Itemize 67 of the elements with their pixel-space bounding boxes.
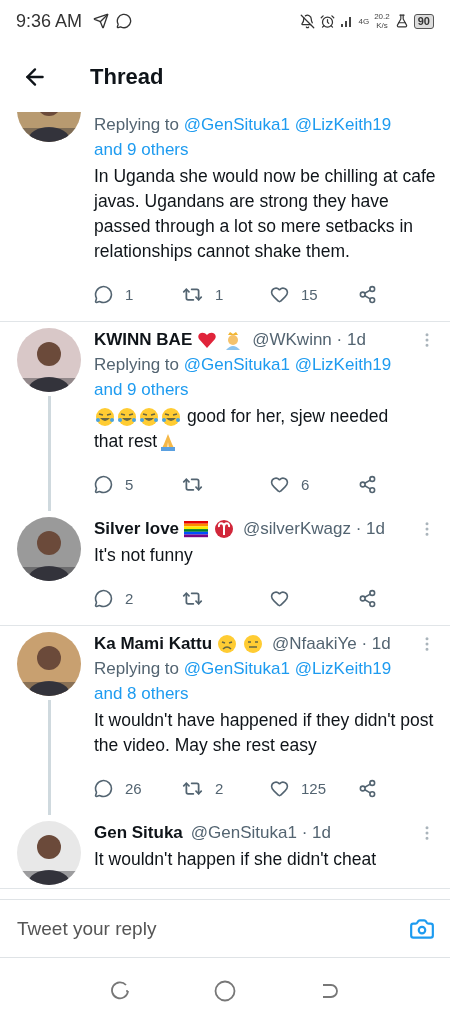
share-icon: [358, 779, 377, 798]
share-icon: [358, 285, 377, 304]
reply-icon: [94, 475, 113, 494]
share-icon: [358, 589, 377, 608]
retweet-button[interactable]: 1: [182, 284, 224, 305]
home-icon[interactable]: [214, 980, 236, 1002]
handle-and-time: @silverKwagz · 1d: [243, 518, 386, 540]
replying-to-text: Replying to @GenSituka1 @LizKeith19 and 9 others: [94, 354, 393, 401]
recents-icon[interactable]: [111, 981, 132, 1001]
aries-sign-icon: [214, 519, 235, 539]
share-button[interactable]: [358, 588, 377, 609]
like-button[interactable]: 125: [270, 778, 327, 799]
tweet-text: In Uganda she would now be chilling at cafe javas. Ugandans are strong they have passed through a lot so mere setbacks in relationships cannot shake them.: [94, 165, 436, 263]
share-button[interactable]: [358, 778, 377, 799]
heart-icon: [270, 589, 289, 608]
handle-and-time: @GenSituka1 · 1d: [190, 822, 331, 844]
network-type: 4G: [358, 16, 370, 26]
handle-and-time: @NfaakiYe · 1d: [272, 633, 391, 655]
reply-button[interactable]: 5: [94, 474, 134, 495]
heart-icon: [270, 779, 289, 798]
like-button[interactable]: 15: [270, 284, 318, 305]
tweet-text: that rest: [94, 430, 158, 453]
reply-button[interactable]: 2: [94, 588, 134, 609]
speed-unit: K/s: [376, 21, 388, 30]
laughing-emoji-icon: [161, 406, 181, 427]
flask-icon: [394, 14, 409, 28]
share-icon: [358, 475, 377, 494]
reply-icon: [94, 589, 113, 608]
tweet-text: It's not funny: [94, 544, 193, 567]
laughing-emoji-icon: [139, 406, 159, 427]
display-name: KWINN BAE: [94, 329, 193, 351]
page-title: Thread: [90, 64, 164, 90]
retweet-button[interactable]: 2: [182, 778, 224, 799]
bell-off-icon: [299, 13, 315, 29]
speed-value: 20.2: [374, 12, 390, 21]
expressionless-face-emoji-icon: [243, 634, 264, 654]
display-name: Ka Mami Kattu: [94, 633, 213, 655]
signal-icon: [339, 14, 354, 28]
replying-to-text: Replying to @GenSituka1 @LizKeith19 and 9 others: [94, 114, 393, 161]
reply-button[interactable]: 26: [94, 778, 142, 799]
battery-level: 90: [413, 13, 434, 29]
heart-emoji-icon: [197, 330, 218, 350]
clock-time: 9:36 AM: [16, 10, 83, 32]
reply-icon: [94, 779, 113, 798]
others-link[interactable]: and 8 others: [94, 684, 189, 703]
replying-to-text: Replying to @GenSituka1 @LizKeith19 and 8 others: [94, 658, 393, 705]
display-name: Silver love: [94, 518, 180, 540]
share-button[interactable]: [358, 474, 377, 495]
heart-icon: [270, 475, 289, 494]
like-button[interactable]: [270, 588, 289, 609]
handle-and-time: @WKwinn · 1d: [252, 329, 366, 351]
tweet-text: It wouldn't have happened if they didn't post the video. May she rest easy: [94, 709, 435, 757]
reply-icon: [94, 285, 113, 304]
reply-button[interactable]: 1: [94, 284, 134, 305]
paper-plane-icon: [93, 13, 110, 29]
heart-icon: [270, 285, 289, 304]
tweet-text: good for her, sjew needed: [185, 405, 389, 428]
display-name: Gen Situka: [94, 822, 183, 844]
rainbow-flag-icon: [184, 519, 209, 539]
like-button[interactable]: 6: [270, 474, 310, 495]
laughing-emoji-icon: [117, 406, 137, 427]
share-button[interactable]: [358, 284, 377, 305]
tweet-text: It wouldn't happen if she didn't cheat: [94, 848, 377, 871]
alarm-icon: [319, 13, 335, 29]
chat-bubble-icon: [116, 13, 133, 29]
laughing-emoji-icon: [95, 406, 115, 427]
weary-face-emoji-icon: [217, 634, 238, 654]
